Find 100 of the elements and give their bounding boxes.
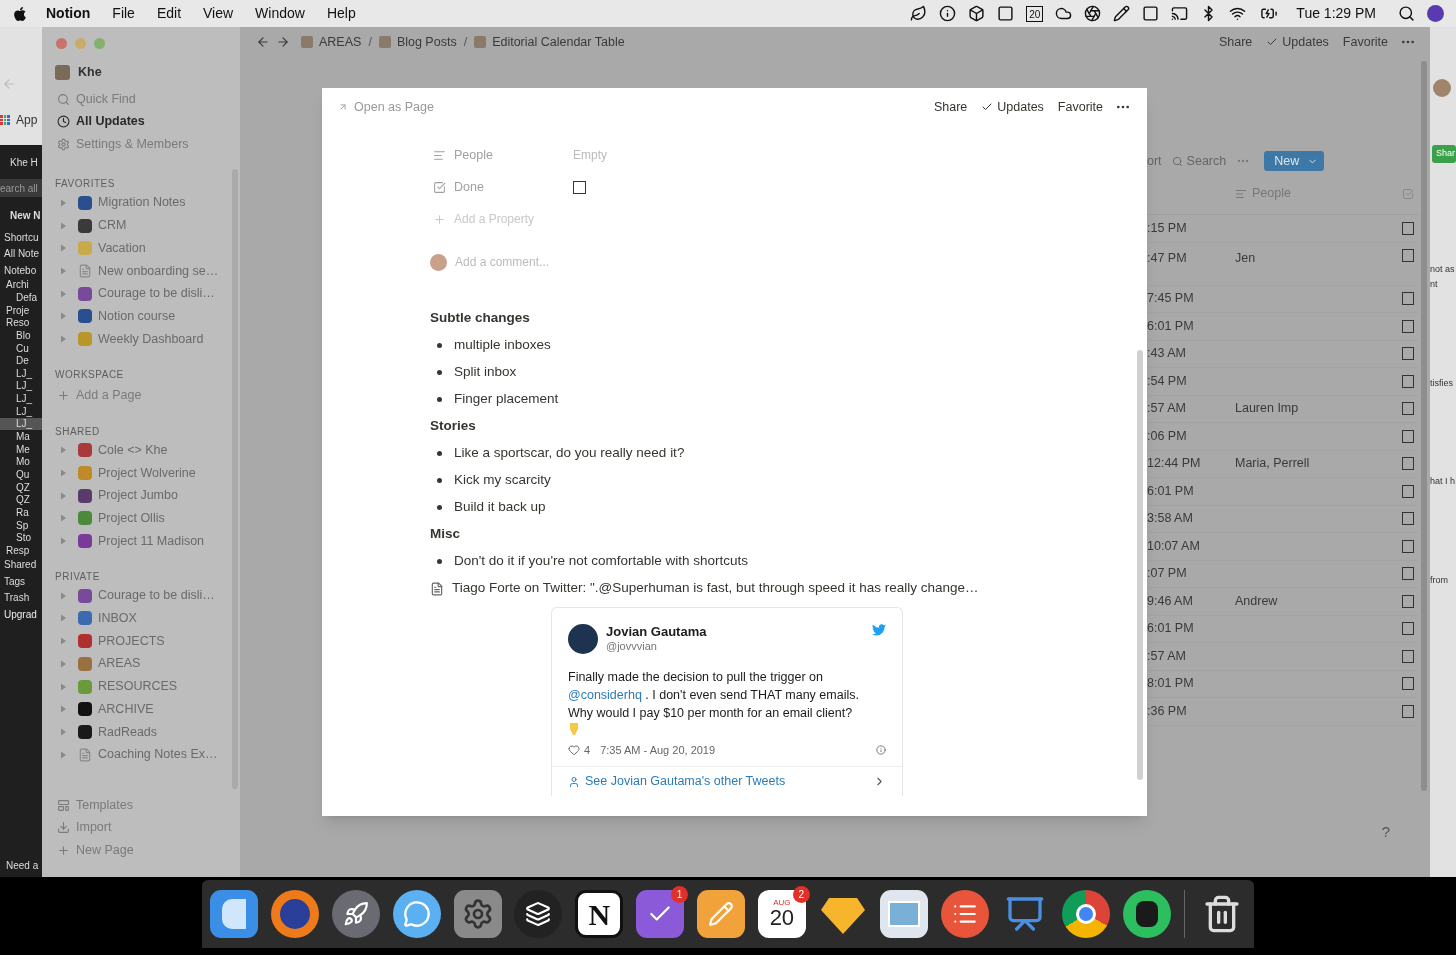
- note-item[interactable]: LJ_: [0, 392, 42, 405]
- list-icon[interactable]: [940, 890, 989, 938]
- new-button[interactable]: New: [1264, 151, 1325, 171]
- page-link[interactable]: Coaching Notes Ex…: [98, 745, 218, 764]
- pencil-icon[interactable]: [1113, 5, 1131, 22]
- checkbox[interactable]: [573, 180, 586, 194]
- checkbox[interactable]: [1402, 649, 1414, 663]
- note-item[interactable]: LJ_: [0, 367, 42, 380]
- layers-icon[interactable]: [514, 890, 563, 938]
- note-item[interactable]: Cu: [0, 341, 42, 355]
- topbar-action[interactable]: Updates: [1266, 32, 1329, 52]
- bookmark-link[interactable]: Tiago Forte on Twitter: ".@Superhuman is fast, but through speed it has really change…: [430, 575, 1147, 602]
- checkbox[interactable]: [1402, 347, 1414, 361]
- note-item[interactable]: LJ_: [0, 404, 42, 418]
- checkbox[interactable]: [1402, 374, 1414, 388]
- search-field[interactable]: earch all: [0, 179, 42, 197]
- note-item[interactable]: Ra: [0, 506, 42, 519]
- sidebar-item[interactable]: All Note: [0, 245, 42, 262]
- box-icon[interactable]: [968, 5, 986, 22]
- menu-item[interactable]: View: [203, 3, 234, 24]
- aperture-icon[interactable]: [1084, 5, 1102, 22]
- breadcrumb[interactable]: Blog Posts: [375, 32, 460, 52]
- menu-item[interactable]: Notion: [46, 3, 91, 24]
- topbar-action[interactable]: Favorite: [1342, 32, 1388, 52]
- apple-icon[interactable]: [12, 5, 28, 22]
- checkbox[interactable]: [1402, 704, 1414, 718]
- sidebar-nav-item[interactable]: All Updates: [42, 110, 240, 133]
- notebook-item[interactable]: Reso: [0, 316, 42, 330]
- sidebar-item[interactable]: Trash: [0, 589, 42, 607]
- breadcrumb[interactable]: AREAS: [298, 32, 365, 52]
- page-link[interactable]: Project Ollis: [98, 509, 165, 528]
- page-link[interactable]: Migration Notes: [98, 193, 186, 213]
- notebook-item[interactable]: Archi: [0, 278, 42, 292]
- note-item[interactable]: Sp: [0, 518, 42, 532]
- menu-item[interactable]: Edit: [156, 3, 181, 24]
- globe-icon[interactable]: [270, 890, 319, 938]
- note-item[interactable]: Me: [0, 442, 42, 456]
- checkbox[interactable]: [1402, 567, 1414, 581]
- tweet-time[interactable]: 7:35 AM - Aug 20, 2019: [600, 741, 716, 759]
- sidebar-item[interactable]: Shortcu: [0, 229, 42, 246]
- note-item[interactable]: QZ: [0, 480, 42, 494]
- info-icon[interactable]: [939, 5, 957, 22]
- note-item[interactable]: Defa: [0, 291, 42, 304]
- menu-item[interactable]: Help: [326, 3, 356, 24]
- photo-stack-icon[interactable]: [879, 890, 928, 938]
- sidebar-item[interactable]: Upgrad: [0, 606, 42, 623]
- notebook-item[interactable]: Proje: [0, 303, 42, 317]
- checkbox[interactable]: [1402, 539, 1414, 553]
- square-icon[interactable]: [1142, 5, 1160, 22]
- chat-icon[interactable]: [392, 890, 441, 938]
- siri-icon[interactable]: [1427, 5, 1444, 22]
- heart-icon[interactable]: [568, 744, 580, 756]
- note-item[interactable]: Qu: [0, 468, 42, 481]
- page-link[interactable]: Project Wolverine: [98, 463, 196, 483]
- page-link[interactable]: INBOX: [98, 609, 137, 628]
- modal-action[interactable]: Favorite: [1057, 97, 1103, 117]
- page-link[interactable]: Courage to be disli…: [98, 284, 215, 303]
- note-item[interactable]: Blo: [0, 329, 42, 342]
- checkbox[interactable]: [1402, 484, 1414, 498]
- breadcrumb[interactable]: Editorial Calendar Table: [471, 32, 628, 52]
- menu-item[interactable]: Window: [255, 3, 305, 24]
- topbar-action[interactable]: Share: [1218, 32, 1253, 52]
- page-link[interactable]: New onboarding se…: [98, 261, 219, 281]
- note-item[interactable]: De: [0, 354, 42, 367]
- checkbox[interactable]: [1402, 677, 1414, 691]
- checkbox[interactable]: [1402, 402, 1414, 416]
- finder-icon[interactable]: [210, 890, 258, 938]
- modal-action[interactable]: Updates: [981, 97, 1044, 117]
- workspace-name[interactable]: Khe: [78, 62, 102, 82]
- checkbox[interactable]: [1402, 319, 1414, 333]
- square-icon[interactable]: [997, 5, 1015, 22]
- note-item[interactable]: Sto: [0, 531, 42, 544]
- pencil-icon[interactable]: [697, 890, 745, 938]
- airplay-icon[interactable]: [1171, 5, 1189, 22]
- checkbox[interactable]: [1402, 248, 1414, 262]
- share-button[interactable]: Shar: [1432, 145, 1456, 163]
- page-link[interactable]: Notion course: [98, 306, 176, 326]
- gear-icon[interactable]: [453, 890, 502, 938]
- page-link[interactable]: Weekly Dashboard: [98, 329, 204, 349]
- page-link[interactable]: Courage to be disli…: [98, 586, 215, 606]
- checkbox[interactable]: [1402, 512, 1414, 526]
- calendar-icon[interactable]: 20: [1026, 5, 1044, 22]
- notion-icon[interactable]: N: [575, 890, 624, 938]
- checkbox[interactable]: [1402, 221, 1414, 235]
- page-link[interactable]: Vacation: [98, 238, 146, 258]
- sidebar-item[interactable]: Shared: [0, 556, 42, 574]
- checkbox[interactable]: [1402, 292, 1414, 306]
- note-item[interactable]: LJ_: [0, 379, 42, 393]
- cloud-icon[interactable]: [1055, 5, 1073, 22]
- back-icon[interactable]: [256, 35, 270, 49]
- search-icon[interactable]: [1398, 5, 1415, 22]
- note-item[interactable]: Mo: [0, 455, 42, 469]
- wifi-icon[interactable]: [1229, 5, 1247, 22]
- chrome-icon[interactable]: [1062, 890, 1111, 938]
- page-link[interactable]: Project Jumbo: [98, 486, 178, 506]
- account-name[interactable]: Khe H: [0, 149, 42, 175]
- more-tweets-link[interactable]: See Jovian Gautama's other Tweets: [585, 772, 868, 791]
- sidebar-item[interactable]: Tags: [0, 573, 42, 590]
- clock-text[interactable]: Tue 1:29 PM: [1296, 3, 1376, 24]
- apps-grid-icon[interactable]: [0, 115, 10, 125]
